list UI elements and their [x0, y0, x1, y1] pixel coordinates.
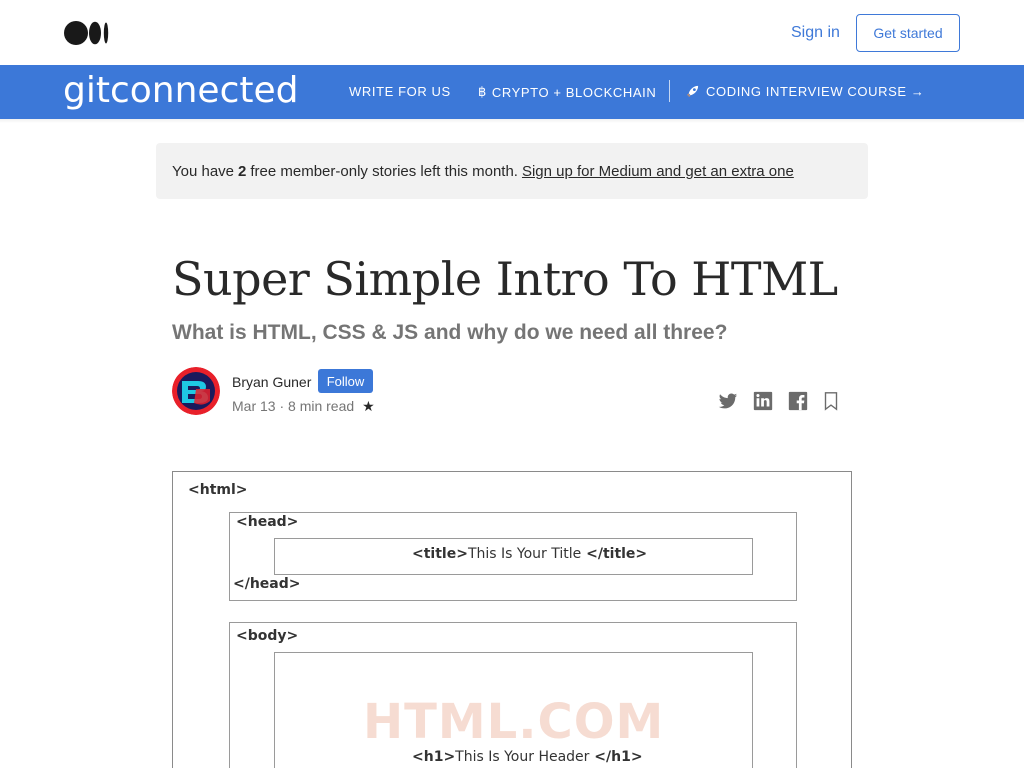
author-name[interactable]: Bryan Guner	[232, 373, 311, 391]
signup-link[interactable]: Sign up for Medium and get an extra one	[522, 163, 794, 180]
publication-bar: gitconnected WRITE FOR US ฿ CRYPTO + BLO…	[0, 65, 1024, 119]
linkedin-icon[interactable]	[752, 390, 774, 412]
medium-logo-icon[interactable]	[64, 21, 110, 45]
nav-crypto-label: CRYPTO + BLOCKCHAIN	[491, 84, 657, 100]
html-open-tag: <html>	[188, 482, 248, 498]
article-meta: Mar 13 · 8 min read ★	[232, 397, 375, 415]
article-title: Super Simple Intro To HTML	[172, 252, 838, 306]
member-star-icon: ★	[362, 398, 375, 414]
h1-text: This Is Your Header	[455, 749, 590, 765]
gitconnected-logo[interactable]: gitconnected	[63, 71, 313, 111]
body-box: <body> <h1>This Is Your Header </h1>	[229, 622, 797, 768]
title-text: This Is Your Title	[467, 546, 582, 562]
avatar-image	[172, 367, 220, 415]
title-line: <title>This Is Your Title </title>	[412, 546, 647, 562]
nav-crypto-blockchain[interactable]: ฿ CRYPTO + BLOCKCHAIN	[478, 84, 656, 100]
h1-open-tag: <h1>	[412, 749, 456, 765]
html-structure-diagram: HTML.COM <html> <head> <title>This Is Yo…	[172, 471, 852, 768]
author-avatar[interactable]	[172, 367, 220, 415]
nav-write-for-us[interactable]: WRITE FOR US	[349, 84, 451, 99]
nav-divider	[669, 80, 670, 102]
bitcoin-icon: ฿	[478, 84, 487, 99]
title-close-tag: </title>	[586, 546, 648, 562]
sign-in-link[interactable]: Sign in	[791, 23, 840, 43]
nav-write-label: WRITE FOR US	[349, 84, 451, 99]
twitter-icon[interactable]	[717, 390, 739, 412]
head-box: <head> <title>This Is Your Title </title…	[229, 512, 797, 601]
head-close-tag: </head>	[233, 576, 301, 592]
follow-button[interactable]: Follow	[318, 369, 373, 393]
title-box: <title>This Is Your Title </title>	[274, 538, 753, 575]
head-open-tag: <head>	[236, 514, 299, 530]
svg-text:gitconnected: gitconnected	[63, 71, 298, 111]
article-subtitle: What is HTML, CSS & JS and why do we nee…	[172, 321, 728, 344]
facebook-icon[interactable]	[787, 390, 809, 412]
h1-line: <h1>This Is Your Header </h1>	[412, 749, 643, 765]
banner-suffix: free member-only stories left this month…	[250, 162, 518, 180]
body-open-tag: <body>	[236, 628, 299, 644]
member-stories-banner: You have 2 free member-only stories left…	[156, 143, 868, 199]
banner-count: 2	[238, 162, 247, 180]
bookmark-icon[interactable]	[820, 390, 842, 412]
header-shadow	[0, 119, 1024, 123]
nav-coding-interview-course[interactable]: CODING INTERVIEW COURSE →	[685, 84, 924, 99]
h1-box: <h1>This Is Your Header </h1>	[274, 652, 753, 768]
date-read-time: Mar 13 · 8 min read	[232, 398, 355, 414]
banner-prefix: You have	[172, 162, 235, 180]
nav-course-label: CODING INTERVIEW COURSE →	[706, 84, 925, 99]
get-started-button[interactable]: Get started	[856, 14, 960, 52]
top-navigation-bar: Sign in Get started	[0, 0, 1024, 65]
h1-close-tag: </h1>	[594, 749, 643, 765]
title-open-tag: <title>	[412, 546, 468, 562]
rocket-icon	[686, 85, 699, 98]
